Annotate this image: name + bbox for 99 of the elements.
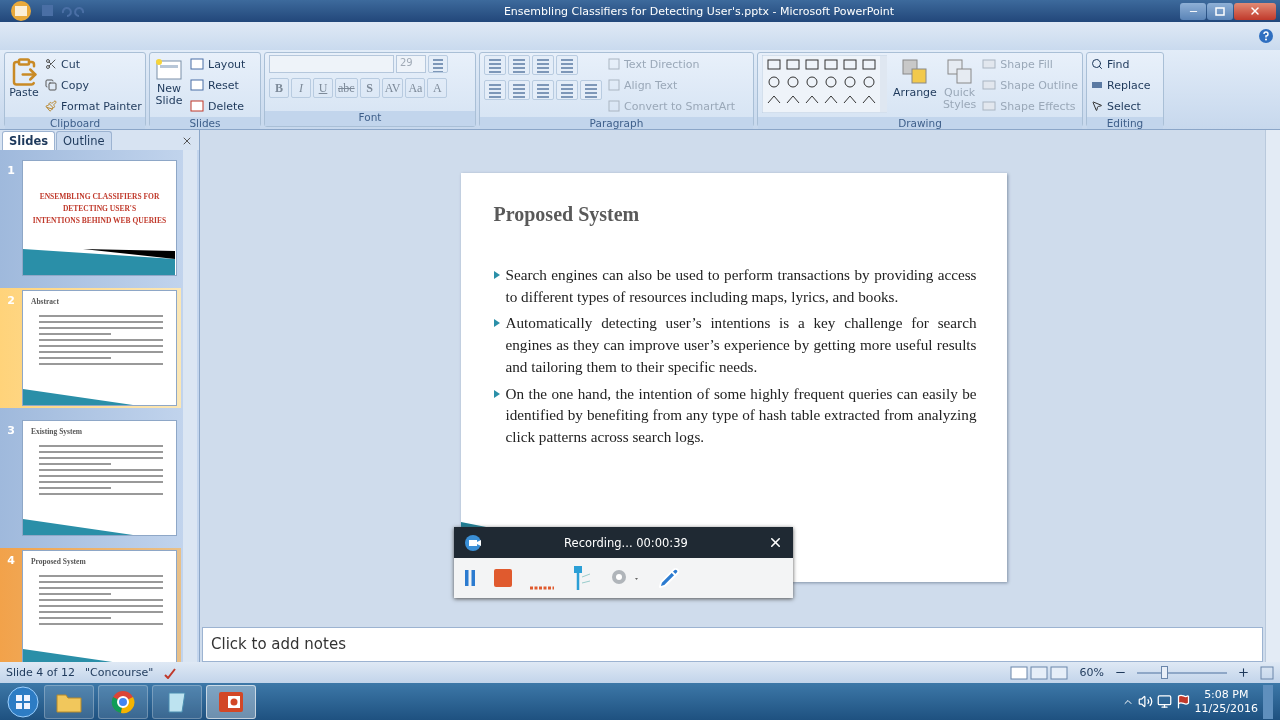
dashed-line-icon[interactable]: [530, 586, 554, 590]
group-label: Editing: [1087, 117, 1163, 129]
network-icon[interactable]: [1156, 694, 1172, 709]
clipboard-command[interactable]: Cut: [45, 55, 142, 73]
pointer-icon: [1091, 100, 1103, 112]
paragraph-tool-icon[interactable]: [508, 55, 530, 75]
alignment-icon[interactable]: [508, 80, 530, 100]
slide-title: Proposed System: [493, 203, 641, 226]
text-box-icon: [608, 79, 620, 91]
group-label: Font: [265, 111, 475, 126]
clipboard-command[interactable]: Copy: [45, 76, 142, 94]
paste-button[interactable]: Paste: [9, 55, 39, 115]
copy-icon: [45, 79, 57, 91]
zoom-in-button[interactable]: [1237, 666, 1250, 679]
squares-icon: [899, 57, 930, 87]
bullet-icon: [493, 389, 500, 398]
slide-layout-icon: [190, 100, 204, 112]
slide-layout-icon: [190, 58, 204, 70]
slide-icon: [154, 57, 184, 83]
taskbar-app[interactable]: [44, 684, 94, 719]
clock[interactable]: 5:08 PM 11/25/2016: [1194, 687, 1258, 716]
camera-icon: [464, 533, 484, 552]
bullet-text: Automatically detecting user’s intentions is a key challenge for search engines as they can improve user’s experience by getting more useful results and tailoring them to their specific needs.: [505, 313, 977, 377]
show-desktop-button[interactable]: [1262, 684, 1274, 719]
notepad-icon: [166, 689, 188, 714]
shape-style-icon: [982, 100, 997, 112]
editing-command[interactable]: Select: [1091, 97, 1151, 115]
pane-tab[interactable]: Slides: [2, 131, 56, 150]
group-label: Paragraph: [480, 117, 753, 129]
recording-status: Recording... 00:00:39: [563, 535, 689, 550]
presentation-icon: [218, 690, 244, 713]
paragraph-tool-icon[interactable]: [484, 55, 506, 75]
pause-icon[interactable]: [464, 569, 476, 587]
scrollbar[interactable]: [1265, 130, 1280, 662]
close-icon[interactable]: [768, 535, 783, 550]
pin-icon[interactable]: [572, 565, 592, 591]
paragraph-tool-icon[interactable]: [532, 55, 554, 75]
clipboard-command[interactable]: Format Painter: [45, 97, 142, 115]
pen-icon[interactable]: [658, 567, 680, 589]
help-icon[interactable]: [1258, 28, 1274, 44]
maximize-button[interactable]: [1207, 2, 1233, 20]
zoom-slider[interactable]: [1161, 665, 1168, 679]
bullet-icon: [493, 271, 500, 279]
paragraph-tool-icon[interactable]: [556, 55, 578, 75]
theme-name: "Concourse": [84, 666, 154, 679]
close-icon: [1249, 5, 1261, 17]
new-slide-button[interactable]: New Slide: [154, 55, 184, 115]
speaker-icon[interactable]: [1137, 694, 1153, 709]
arrange-button[interactable]: Arrange: [893, 55, 937, 115]
shape-style-icon: [982, 58, 997, 70]
flag-icon[interactable]: [1175, 694, 1191, 709]
paintbrush-icon: [45, 100, 57, 112]
text-box-icon: [608, 58, 620, 70]
font-name-field[interactable]: [269, 55, 394, 73]
bullet-text: On the one hand, the intention of some highly frequent queries can easily be identified by benefiting from any type of hash table extracted from analyzing click patterns across search logs.: [505, 383, 977, 447]
scrollbar[interactable]: [183, 150, 197, 662]
spell-check-icon: [163, 666, 178, 679]
time: 5:08 PM: [1204, 687, 1249, 702]
taskbar-app[interactable]: [206, 684, 256, 719]
browser-icon: [111, 689, 135, 714]
slide-number: 2: [6, 293, 16, 309]
taskbar-app[interactable]: [152, 684, 202, 719]
slide-number: 3: [6, 423, 16, 439]
group-label: Drawing: [758, 117, 1082, 129]
start-button[interactable]: [6, 684, 40, 719]
scissors-icon: [45, 58, 57, 70]
pane-tab[interactable]: Outline: [56, 131, 112, 150]
alignment-icon[interactable]: [580, 80, 602, 100]
bullet-icon: [493, 319, 500, 328]
restore-icon: [1215, 6, 1225, 16]
shapes-gallery[interactable]: [762, 55, 888, 113]
text-box-icon: [608, 100, 620, 112]
close-button[interactable]: [1234, 2, 1276, 20]
editing-command[interactable]: Replace: [1091, 76, 1151, 94]
view-buttons[interactable]: [1009, 665, 1070, 680]
alignment-icon[interactable]: [532, 80, 554, 100]
alignment-icon[interactable]: [484, 80, 506, 100]
alignment-icon[interactable]: [556, 80, 578, 100]
taskbar-app[interactable]: [98, 684, 148, 719]
fit-to-window-icon[interactable]: [1260, 665, 1274, 680]
search-icon: [1091, 58, 1103, 70]
zoom-level: 60%: [1079, 666, 1104, 679]
window-title: Ensembling Classifiers for Detecting User's.pptx - Microsoft PowerPoint: [502, 4, 896, 18]
bullet-text: Search engines can also be used to perform transactions by providing access to different types of resources including maps, lyrics, and books.: [505, 265, 977, 307]
slides-command[interactable]: Layout: [190, 55, 246, 73]
editing-command[interactable]: Find: [1091, 55, 1151, 73]
group-label: Slides: [150, 117, 260, 129]
minimize-button[interactable]: [1180, 2, 1206, 20]
notes-field[interactable]: Click to add notes: [202, 627, 1263, 662]
slide-number: 1: [6, 163, 16, 179]
slide-counter: Slide 4 of 12: [6, 666, 75, 679]
slide-layout-icon: [190, 79, 204, 91]
slide-number: 4: [6, 553, 16, 569]
slides-command[interactable]: Delete: [190, 97, 246, 115]
date: 11/25/2016: [1194, 701, 1258, 716]
squares-icon: [944, 57, 975, 87]
group-label: Clipboard: [5, 117, 145, 129]
slides-command[interactable]: Reset: [190, 76, 246, 94]
shape-style-icon: [982, 79, 997, 91]
